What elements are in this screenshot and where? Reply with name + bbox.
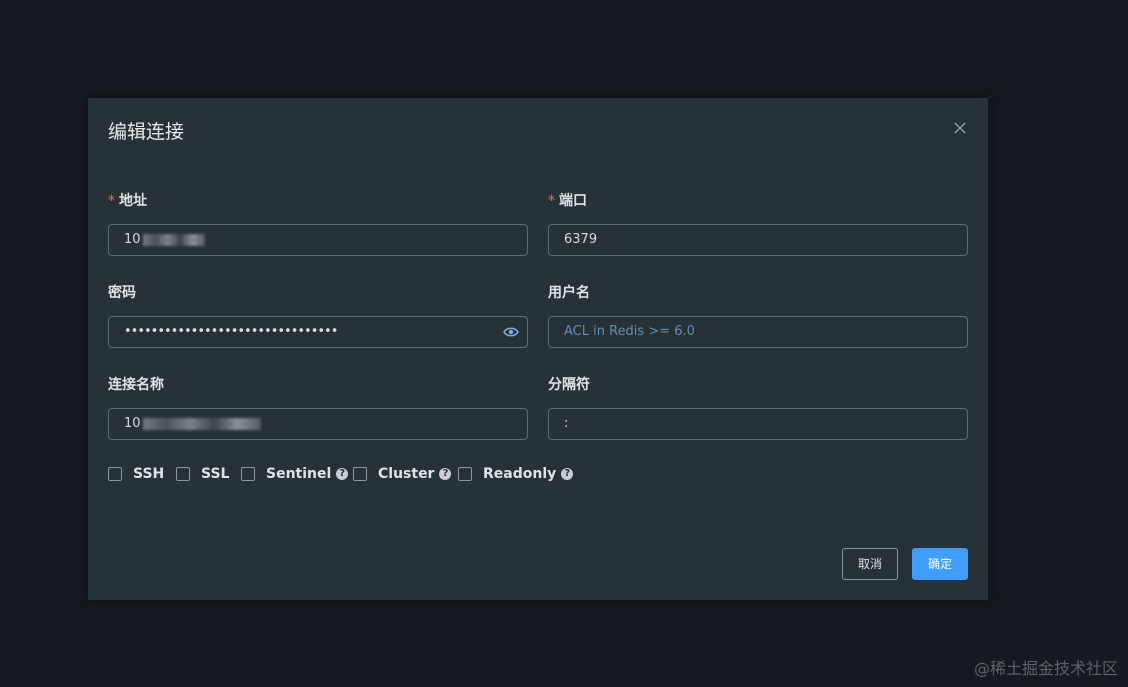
separator-label: 分隔符 — [548, 377, 590, 393]
address-input[interactable]: 10 — [108, 224, 528, 256]
edit-connection-dialog: 编辑连接 * 地址 10 * 端口 6379 密码 ••••••••••••••••… — [88, 98, 988, 600]
ssh-label: SSH — [133, 466, 165, 482]
eye-icon[interactable] — [503, 325, 519, 339]
help-icon[interactable]: ? — [561, 468, 574, 480]
ssl-label: SSL — [201, 466, 230, 482]
port-input[interactable]: 6379 — [548, 224, 968, 256]
checkbox-box[interactable] — [458, 467, 472, 481]
redacted-blur — [142, 233, 205, 246]
connection-name-input[interactable]: 10 — [108, 408, 528, 440]
connection-name-label: 连接名称 — [108, 377, 164, 393]
cluster-checkbox[interactable]: Cluster ? — [353, 464, 452, 484]
cluster-label: Cluster — [378, 466, 435, 482]
help-icon[interactable]: ? — [439, 468, 452, 480]
connection-name-value: 10 — [124, 416, 141, 431]
password-input[interactable]: •••••••••••••••••••••••••••••••• — [108, 316, 528, 348]
required-mark: * — [548, 193, 555, 209]
dialog-title: 编辑连接 — [108, 121, 185, 143]
help-icon[interactable]: ? — [336, 468, 349, 480]
readonly-label: Readonly — [483, 466, 557, 482]
address-value: 10 — [124, 232, 141, 247]
confirm-button[interactable]: 确定 — [912, 548, 968, 580]
readonly-checkbox[interactable]: Readonly ? — [458, 464, 574, 484]
ssl-checkbox[interactable]: SSL — [176, 464, 229, 484]
redacted-blur — [142, 417, 261, 430]
username-input[interactable]: ACL in Redis >= 6.0 — [548, 316, 968, 348]
separator-input[interactable]: : — [548, 408, 968, 440]
password-value: •••••••••••••••••••••••••••••••• — [124, 324, 338, 339]
username-label: 用户名 — [548, 285, 590, 301]
cancel-button[interactable]: 取消 — [842, 548, 898, 580]
watermark: @稀土掘金技术社区 — [973, 659, 1118, 678]
close-icon[interactable] — [950, 118, 970, 138]
port-label: * 端口 — [548, 193, 587, 209]
checkbox-box[interactable] — [108, 467, 122, 481]
sentinel-checkbox[interactable]: Sentinel ? — [241, 464, 349, 484]
required-mark: * — [108, 193, 115, 209]
checkbox-box[interactable] — [176, 467, 190, 481]
checkbox-box[interactable] — [353, 467, 367, 481]
address-label: * 地址 — [108, 193, 147, 209]
sentinel-label: Sentinel — [266, 466, 332, 482]
checkbox-box[interactable] — [241, 467, 255, 481]
ssh-checkbox[interactable]: SSH — [108, 464, 164, 484]
password-label: 密码 — [108, 285, 136, 301]
